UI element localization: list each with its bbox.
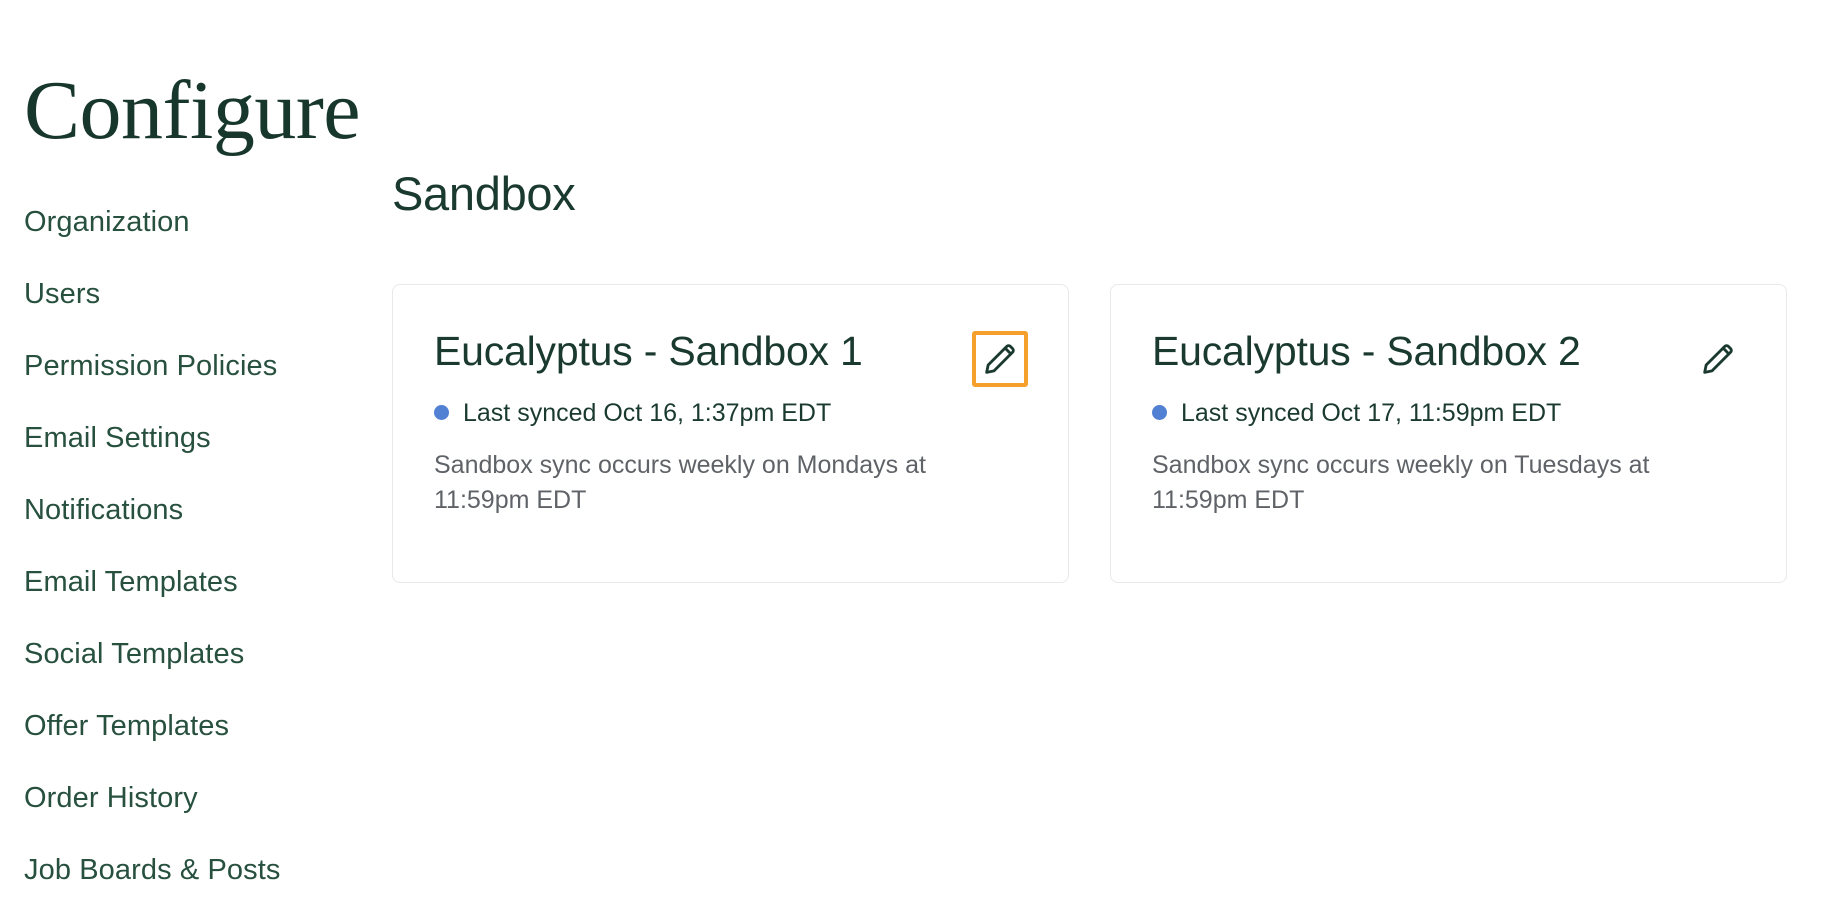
card-header: Eucalyptus - Sandbox 1 xyxy=(434,327,1030,387)
sidebar-item-organization[interactable]: Organization xyxy=(0,186,330,258)
sidebar-item-order-history[interactable]: Order History xyxy=(0,762,330,834)
sidebar-item-email-settings[interactable]: Email Settings xyxy=(0,402,330,474)
card-title: Eucalyptus - Sandbox 2 xyxy=(1152,327,1581,374)
status-dot-icon xyxy=(434,405,449,421)
sandbox-card: Eucalyptus - Sandbox 1 Last synced Oct 16… xyxy=(392,283,1069,584)
sync-schedule-description: Sandbox sync occurs weekly on Mondays at… xyxy=(434,451,926,514)
sidebar-item-email-templates[interactable]: Email Templates xyxy=(0,546,330,618)
status-dot-icon xyxy=(1152,405,1167,421)
sync-status-row: Last synced Oct 16, 1:37pm EDT xyxy=(434,397,1030,430)
sync-status-text: Last synced Oct 16, 1:37pm EDT xyxy=(463,398,832,427)
pencil-icon xyxy=(980,339,1020,379)
sync-schedule-description: Sandbox sync occurs weekly on Tuesdays a… xyxy=(1152,451,1650,514)
section-title: Sandbox xyxy=(392,167,576,220)
sync-status-text: Last synced Oct 17, 11:59pm EDT xyxy=(1181,398,1562,427)
sidebar-item-users[interactable]: Users xyxy=(0,258,330,330)
card-title: Eucalyptus - Sandbox 1 xyxy=(434,327,863,374)
pencil-icon xyxy=(1698,339,1738,379)
main-content: Sandbox Eucalyptus - Sandbox 1 Last synce… xyxy=(392,167,1825,584)
sidebar-nav: Organization Users Permission Policies Emai… xyxy=(0,186,330,906)
sync-status-row: Last synced Oct 17, 11:59pm EDT xyxy=(1152,397,1748,430)
sidebar-item-notifications[interactable]: Notifications xyxy=(0,474,330,546)
card-header: Eucalyptus - Sandbox 2 xyxy=(1152,327,1748,387)
page-title: Configure xyxy=(24,64,361,158)
sidebar-item-offer-templates[interactable]: Offer Templates xyxy=(0,690,330,762)
edit-sandbox-button[interactable] xyxy=(972,330,1028,387)
sandbox-card: Eucalyptus - Sandbox 2 Last synced Oct 17… xyxy=(1110,283,1787,584)
sidebar-item-job-boards-and-posts[interactable]: Job Boards & Posts xyxy=(0,834,330,906)
sandbox-card-grid: Eucalyptus - Sandbox 1 Last synced Oct 16… xyxy=(392,283,1825,584)
edit-sandbox-button[interactable] xyxy=(1690,331,1746,387)
sidebar-item-permission-policies[interactable]: Permission Policies xyxy=(0,330,330,402)
sidebar-item-social-templates[interactable]: Social Templates xyxy=(0,618,330,690)
